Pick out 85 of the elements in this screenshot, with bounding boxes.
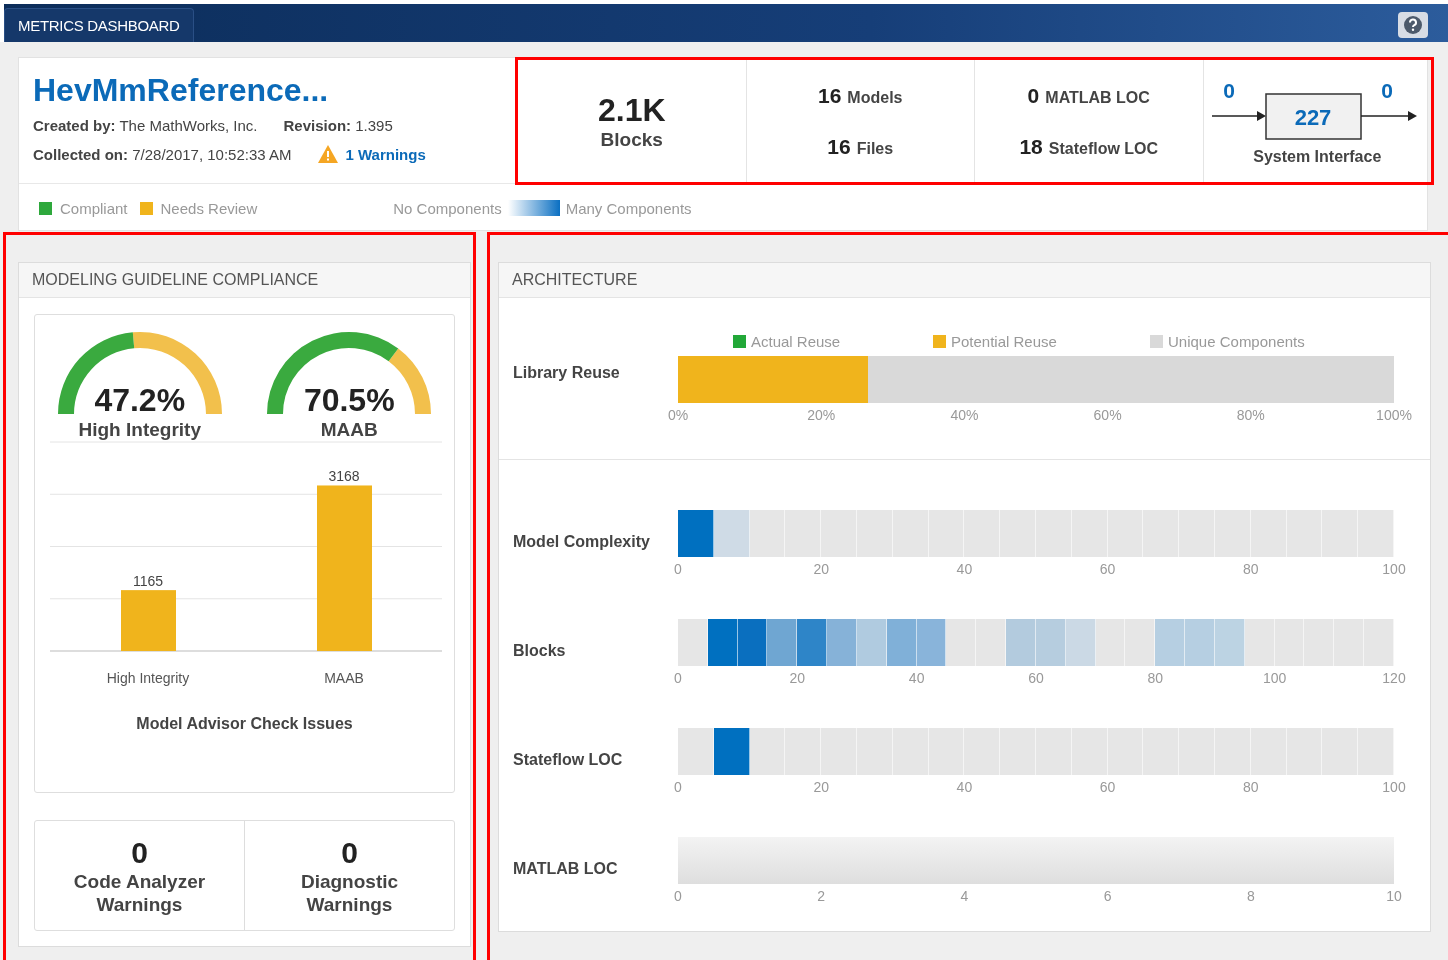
warnings-link[interactable]: 1 Warnings <box>345 145 426 163</box>
category-label: MAAB <box>324 670 364 686</box>
panel-title: MODELING GUIDELINE COMPLIANCE <box>19 263 470 298</box>
counter-value: 0 <box>131 835 148 870</box>
stat-label: Models <box>847 88 903 107</box>
counter-value: 0 <box>341 835 358 870</box>
help-button[interactable] <box>1398 12 1428 38</box>
axis-tick: 60% <box>1093 407 1122 423</box>
panel-title: ARCHITECTURE <box>499 263 1430 298</box>
interface-label: System Interface <box>1253 148 1382 166</box>
detail-text: Revision: 1.395 <box>283 117 393 134</box>
axis-tick: 20% <box>807 407 836 423</box>
model-name[interactable]: HevMmReference... <box>33 72 515 109</box>
axis-tick: 4 <box>960 888 969 904</box>
detail-text: Collected on: 7/28/2017, 10:52:33 AM <box>33 145 292 163</box>
scale-label: No Components <box>393 199 502 217</box>
axis-tick: 40 <box>956 561 973 577</box>
axis-tick: 80 <box>1243 561 1259 577</box>
stat-value: 16 <box>818 83 842 108</box>
axis-tick: 100% <box>1376 407 1412 423</box>
axis-tick: 40 <box>908 670 925 686</box>
axis-tick: 120 <box>1382 670 1406 686</box>
warning-icon <box>317 144 340 164</box>
stat-value: 2.1K <box>597 91 666 129</box>
axis-tick: 80 <box>1147 670 1164 686</box>
stat-value: 18 <box>1019 134 1043 159</box>
axis-tick: 60 <box>1028 670 1044 686</box>
axis-tick: 0 <box>674 779 682 795</box>
category-label: High Integrity <box>106 670 190 686</box>
stat-label: Stateflow LOC <box>1048 139 1159 158</box>
axis-tick: 60 <box>1099 561 1116 577</box>
stat-label: Files <box>856 139 894 158</box>
input-arrow <box>1211 111 1267 121</box>
row-label: Model Complexity <box>513 533 651 552</box>
gauge-value: 47.2% <box>94 382 186 419</box>
stat-label: MATLAB LOC <box>1045 88 1150 107</box>
dashboard-tab[interactable]: METRICS DASHBOARD <box>4 8 194 42</box>
data-label: 3168 <box>328 468 360 485</box>
axis-tick: 100 <box>1382 561 1406 577</box>
row-label: MATLAB LOC <box>513 860 619 879</box>
gauge-label: MAAB <box>320 419 378 441</box>
gauge-label: High Integrity <box>78 419 201 441</box>
legend-label: Compliant <box>60 199 128 217</box>
input-count: 0 <box>1223 79 1236 102</box>
axis-tick: 100 <box>1263 670 1287 686</box>
axis-tick: 100 <box>1382 779 1406 795</box>
axis-tick: 10 <box>1386 888 1402 904</box>
axis-tick: 0% <box>667 407 689 423</box>
axis-tick: 20 <box>789 670 806 686</box>
stat-value: 16 <box>827 134 851 159</box>
legend-label: Potential Reuse <box>951 332 1057 350</box>
scale-gradient <box>507 200 560 216</box>
counter-label: Code Analyzer Warnings <box>72 869 207 916</box>
axis-tick: 0 <box>674 888 682 904</box>
axis-tick: 80 <box>1243 779 1259 795</box>
detail-text: Created by: The MathWorks, Inc. <box>33 117 258 134</box>
axis-tick: 2 <box>817 888 826 904</box>
legend-label: Unique Components <box>1168 332 1305 350</box>
axis-tick: 80% <box>1236 407 1265 423</box>
output-arrow <box>1360 111 1418 121</box>
axis-tick: 40% <box>950 407 979 423</box>
axis-tick: 40 <box>956 779 973 795</box>
axis-tick: 0 <box>674 561 682 577</box>
row-label: Blocks <box>513 642 567 661</box>
chart-title: Model Advisor Check Issues <box>135 715 354 733</box>
legend-label: Needs Review <box>160 199 258 217</box>
axis-tick: 20 <box>813 561 829 577</box>
counter-label: Diagnostic Warnings <box>299 869 400 916</box>
help-icon <box>1403 15 1423 35</box>
gauge-value: 70.5% <box>303 382 395 419</box>
output-count: 0 <box>1381 79 1394 102</box>
row-label: Stateflow LOC <box>513 751 624 770</box>
stat-label: Blocks <box>600 128 663 151</box>
axis-tick: 6 <box>1103 888 1112 904</box>
row-label: Library Reuse <box>513 363 621 383</box>
block-count: 227 <box>1294 105 1332 130</box>
scale-label: Many Components <box>565 199 692 217</box>
data-label: 1165 <box>132 573 164 590</box>
stat-value: 0 <box>1027 83 1040 108</box>
legend-label: Actual Reuse <box>751 332 841 350</box>
axis-tick: 60 <box>1099 779 1116 795</box>
chart-bar <box>121 590 176 651</box>
axis-tick: 0 <box>674 670 682 686</box>
axis-tick: 8 <box>1246 888 1255 904</box>
axis-tick: 20 <box>813 779 829 795</box>
